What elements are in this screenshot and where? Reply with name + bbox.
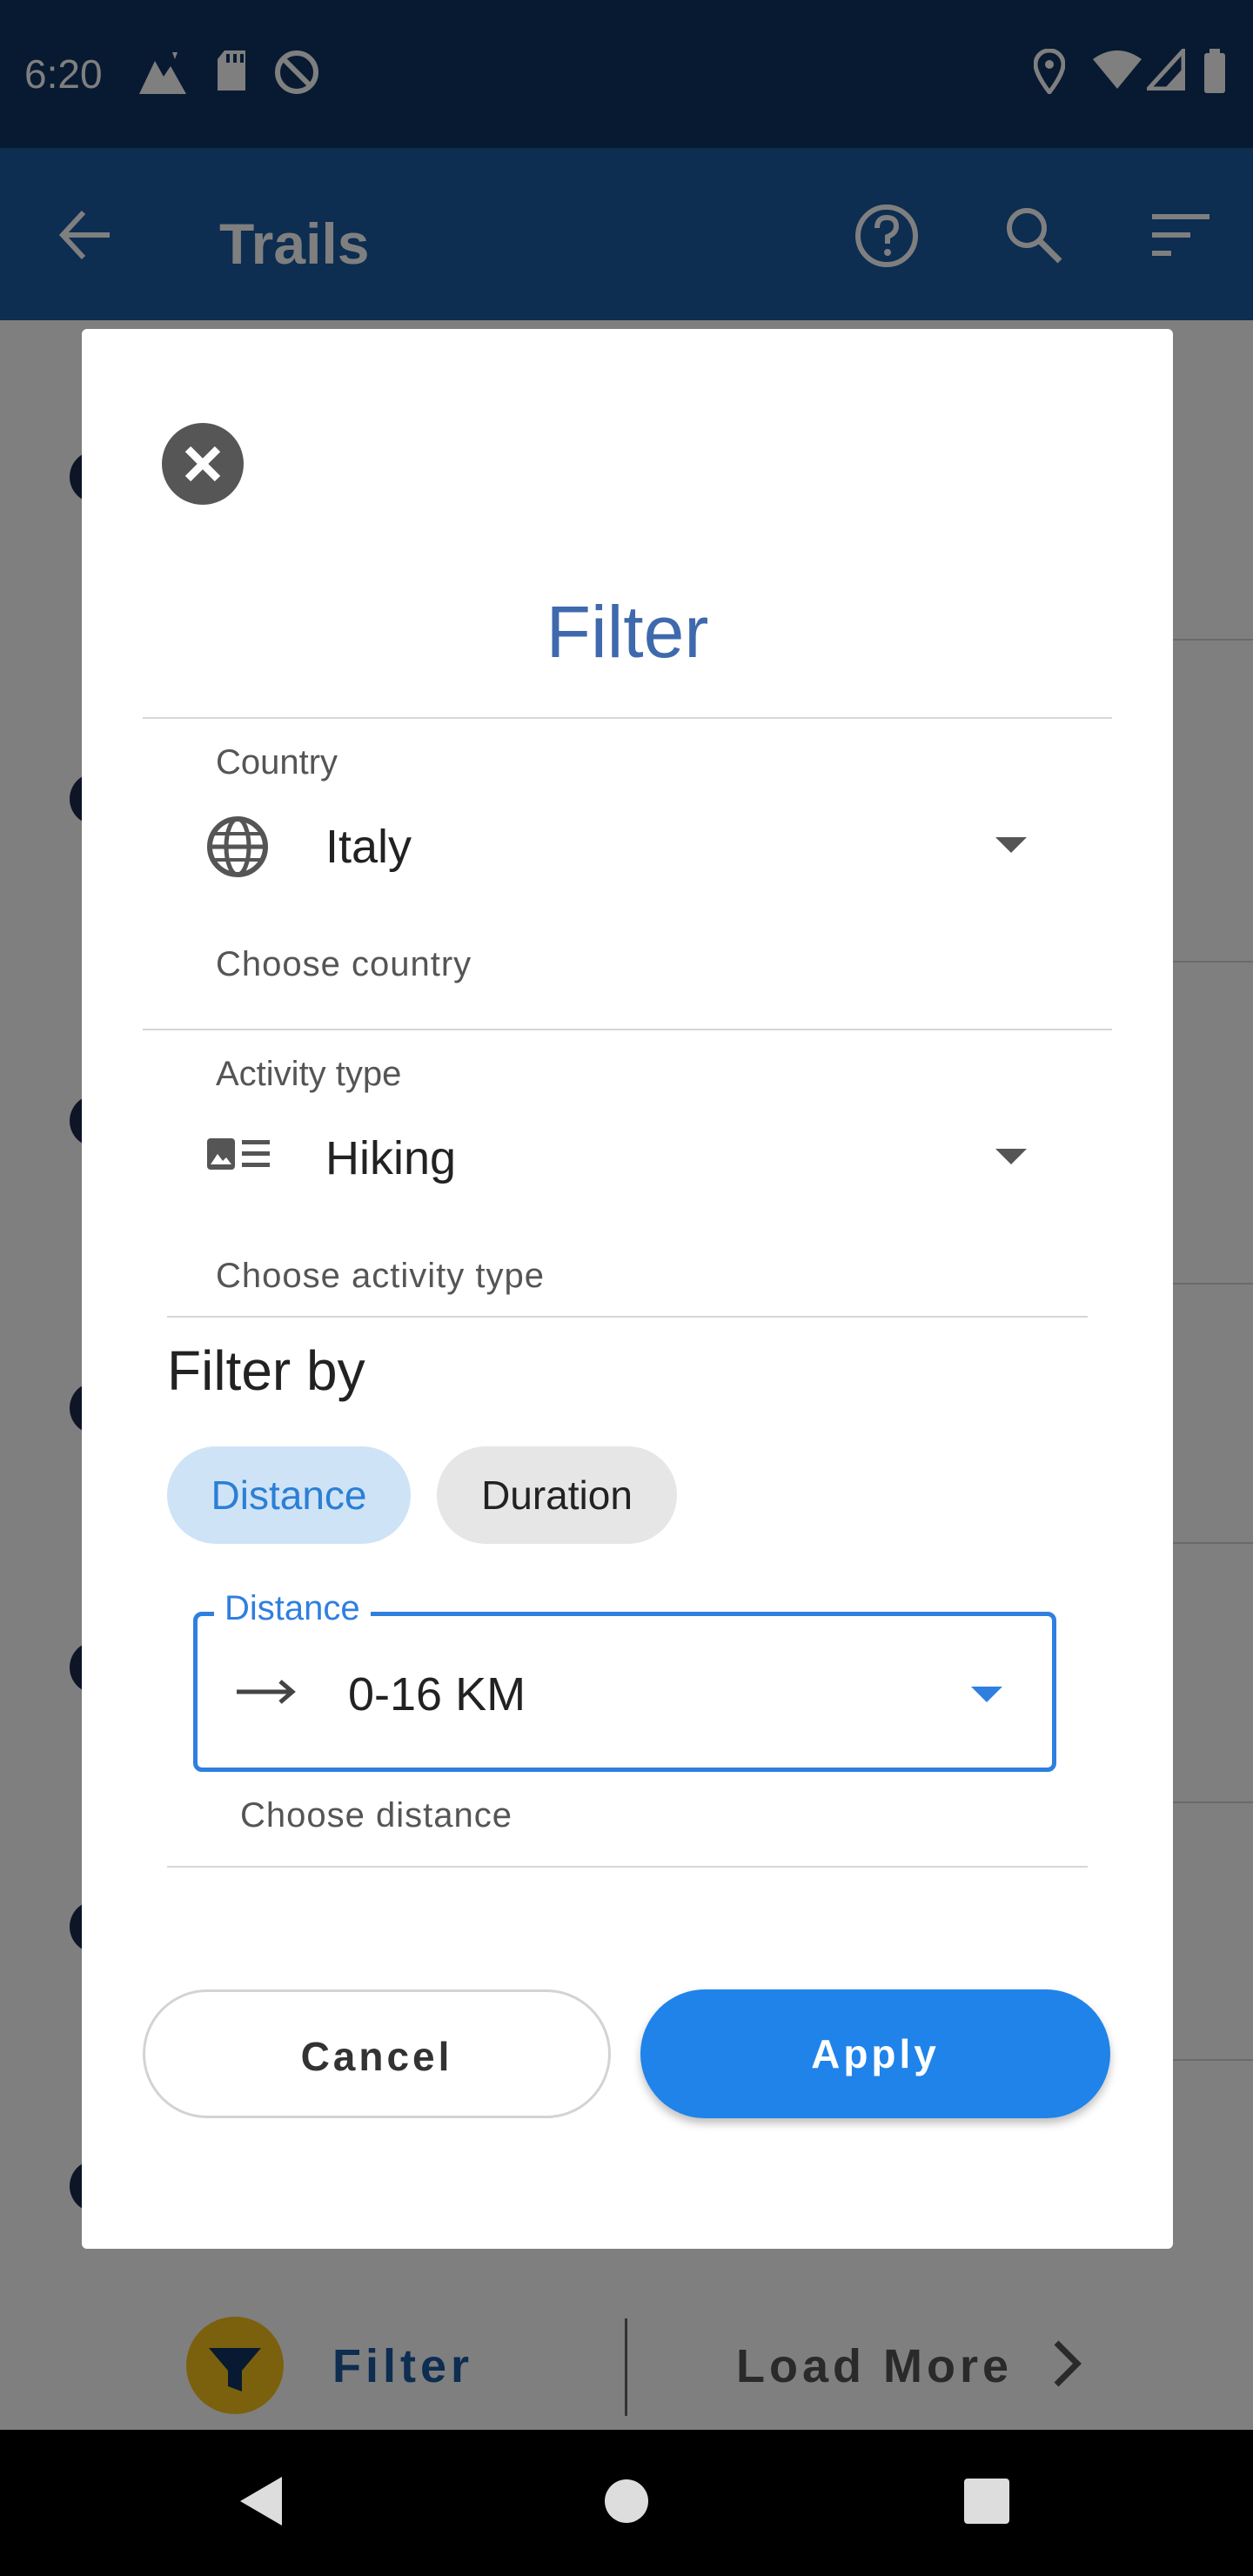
- close-button[interactable]: [162, 423, 244, 505]
- apply-button[interactable]: Apply: [640, 1989, 1110, 2118]
- activity-dropdown-caret-icon[interactable]: [995, 1149, 1027, 1164]
- arrow-right-icon: [237, 1680, 296, 1704]
- distance-dropdown-caret-icon[interactable]: [971, 1687, 1002, 1702]
- country-label: Country: [216, 743, 338, 782]
- activity-divider: [167, 1316, 1088, 1318]
- country-helper-text: Choose country: [216, 945, 472, 983]
- distance-helper-text: Choose distance: [240, 1796, 513, 1835]
- cancel-button[interactable]: Cancel: [143, 1989, 611, 2118]
- nav-back-icon[interactable]: [237, 2473, 285, 2529]
- system-nav-bar: [0, 2430, 1253, 2576]
- filter-by-heading: Filter by: [167, 1339, 365, 1402]
- chip-duration[interactable]: Duration: [437, 1446, 677, 1544]
- country-divider: [143, 1029, 1112, 1030]
- distance-select[interactable]: [193, 1612, 1056, 1772]
- country-dropdown-caret-icon[interactable]: [995, 837, 1027, 853]
- activity-label: Activity type: [216, 1055, 402, 1093]
- title-divider: [143, 717, 1112, 719]
- globe-icon: [207, 816, 268, 877]
- country-select[interactable]: Italy: [325, 820, 412, 874]
- chip-distance[interactable]: Distance: [167, 1446, 411, 1544]
- activity-type-icon: [207, 1138, 270, 1170]
- activity-select[interactable]: Hiking: [325, 1131, 456, 1185]
- close-icon: [184, 446, 221, 482]
- nav-home-icon[interactable]: [604, 2479, 649, 2524]
- filter-dialog: Filter Country Italy Choose country Acti…: [82, 329, 1173, 2249]
- distance-value[interactable]: 0-16 KM: [348, 1667, 526, 1721]
- activity-helper-text: Choose activity type: [216, 1257, 545, 1295]
- distance-divider: [167, 1866, 1088, 1868]
- distance-field-label: Distance: [214, 1589, 371, 1628]
- dialog-title: Filter: [546, 591, 709, 673]
- nav-recents-icon[interactable]: [964, 2479, 1009, 2524]
